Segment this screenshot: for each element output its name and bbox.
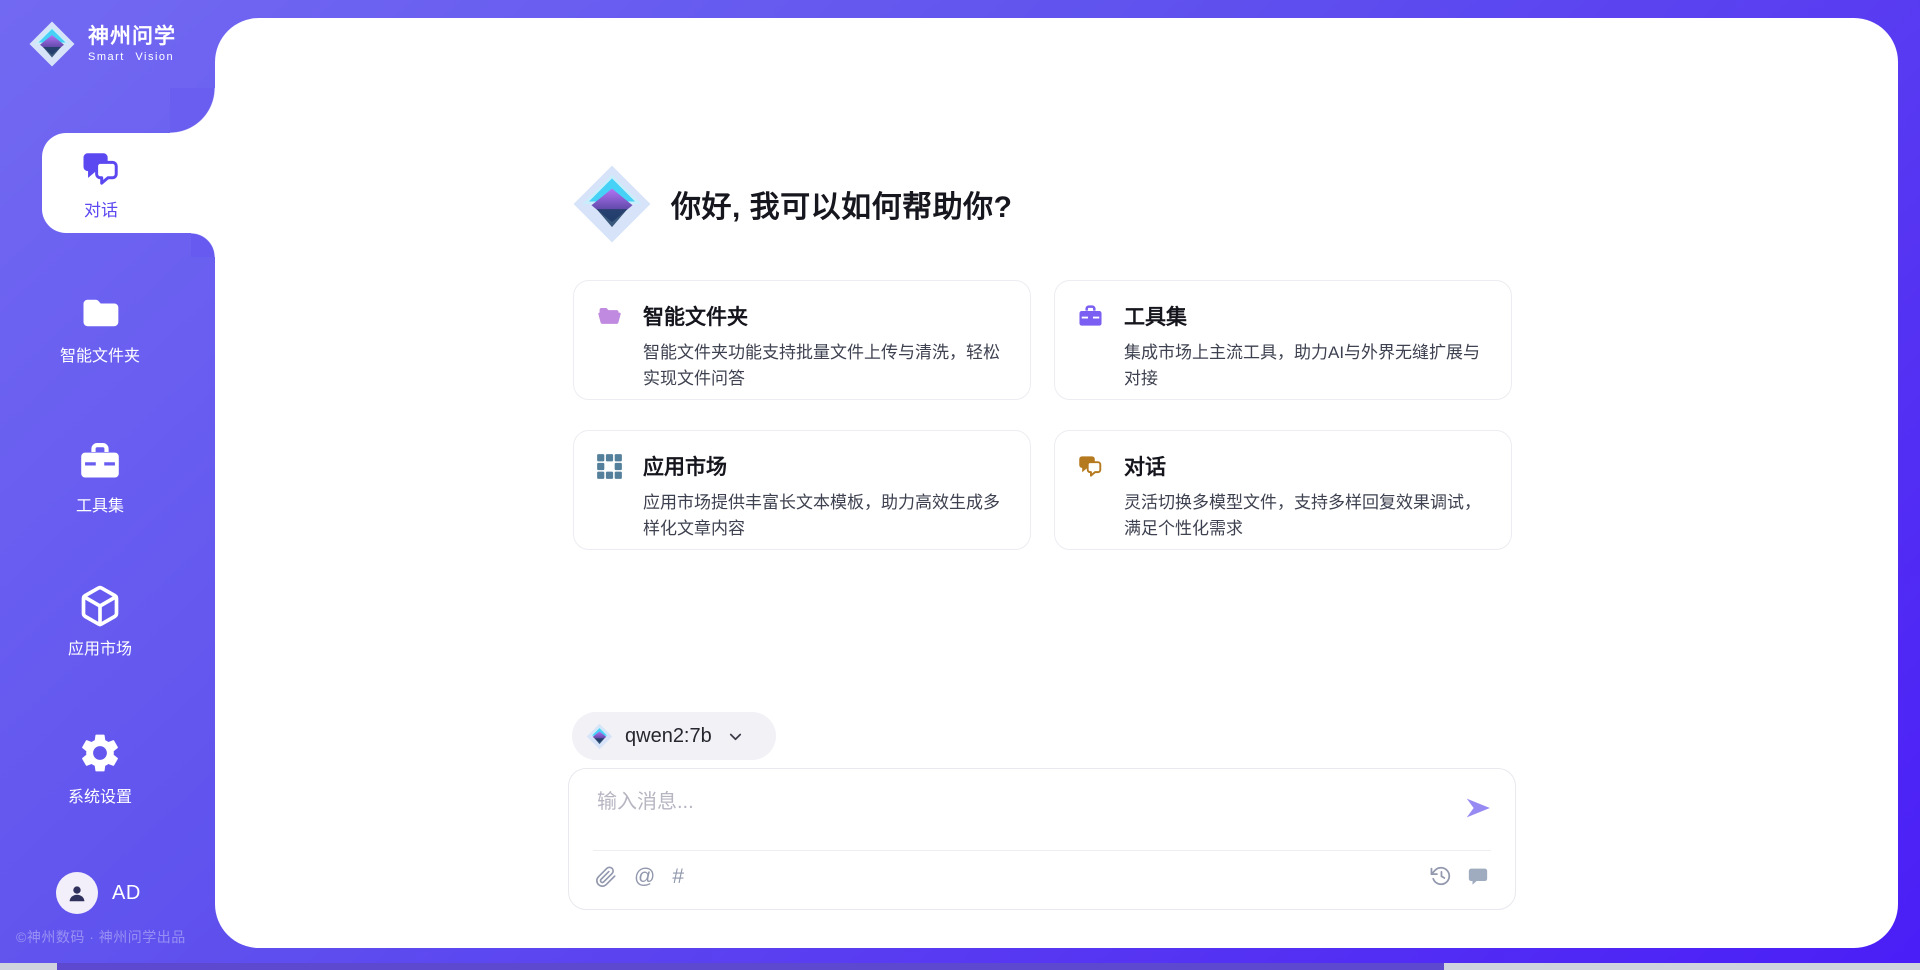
mention-icon[interactable]: @ — [634, 865, 655, 889]
folder-icon — [78, 291, 122, 335]
card-description: 集成市场上主流工具，助力AI与外界无缝扩展与对接 — [1124, 340, 1496, 392]
main-panel: 你好, 我可以如何帮助你? 智能文件夹 智能文件夹功能支持批量文件上传与清洗，轻… — [215, 18, 1898, 948]
card-app-market[interactable]: 应用市场 应用市场提供丰富长文本模板，助力高效生成多样化文章内容 — [573, 430, 1031, 550]
brand-text: 神州问学 Smart Vision — [88, 25, 176, 63]
chat-bubbles-icon — [80, 148, 122, 190]
card-title: 应用市场 — [643, 451, 727, 481]
sidebar-item-label: 智能文件夹 — [0, 342, 200, 366]
chat-bubbles-icon — [1077, 453, 1104, 480]
feature-cards: 智能文件夹 智能文件夹功能支持批量文件上传与清洗，轻松实现文件问答 工具集 集成… — [573, 280, 1512, 550]
send-button[interactable] — [1463, 793, 1493, 823]
history-icon[interactable] — [1430, 865, 1452, 887]
card-description: 灵活切换多模型文件，支持多样回复效果调试，满足个性化需求 — [1124, 490, 1496, 542]
sidebar-item-label: 应用市场 — [0, 635, 200, 659]
copyright-text: ©神州数码 · 神州问学出品 — [16, 927, 186, 947]
grid-icon — [596, 453, 623, 480]
topic-hash-icon[interactable]: # — [672, 865, 684, 889]
greeting-row: 你好, 我可以如何帮助你? — [571, 163, 1013, 245]
model-name: qwen2:7b — [625, 725, 712, 748]
horizontal-scrollbar[interactable] — [0, 963, 1920, 970]
chevron-down-icon — [726, 727, 745, 746]
cube-icon — [78, 584, 122, 628]
avatar — [56, 872, 98, 914]
card-description: 应用市场提供丰富长文本模板，助力高效生成多样化文章内容 — [643, 490, 1015, 542]
briefcase-icon — [1077, 303, 1104, 330]
send-icon — [1463, 793, 1493, 823]
sidebar-item-smart-folder[interactable]: 智能文件夹 — [0, 291, 200, 366]
sidebar-item-label: 对话 — [42, 196, 160, 221]
brand-name: 神州问学 — [88, 25, 176, 49]
greeting-title: 你好, 我可以如何帮助你? — [671, 182, 1013, 226]
sidebar-item-app-market[interactable]: 应用市场 — [0, 584, 200, 659]
user-name: AD — [112, 882, 141, 905]
folder-open-icon — [596, 303, 623, 330]
brand-diamond-icon — [28, 20, 76, 68]
conversation-icon[interactable] — [1467, 865, 1489, 887]
brand-logo: 神州问学 Smart Vision — [28, 20, 176, 68]
card-header: 对话 — [1077, 451, 1487, 481]
card-title: 对话 — [1124, 451, 1166, 481]
card-header: 应用市场 — [596, 451, 1006, 481]
card-title: 工具集 — [1124, 301, 1187, 331]
attach-file-icon[interactable] — [595, 866, 617, 888]
message-input[interactable] — [595, 783, 1439, 845]
card-description: 智能文件夹功能支持批量文件上传与清洗，轻松实现文件问答 — [643, 340, 1015, 392]
card-header: 工具集 — [1077, 301, 1487, 331]
sidebar-item-chat-active[interactable]: 对话 — [42, 133, 222, 233]
composer-divider — [593, 850, 1491, 851]
tab-curve-top — [170, 88, 215, 133]
composer-right-tools — [1430, 865, 1489, 887]
person-icon — [64, 880, 90, 906]
tab-curve-bottom — [191, 233, 215, 257]
brand-diamond-icon — [586, 723, 613, 750]
scrollbar-thumb[interactable] — [57, 963, 1444, 970]
sidebar-item-settings[interactable]: 系统设置 — [0, 730, 200, 807]
briefcase-icon — [77, 439, 123, 485]
card-toolset[interactable]: 工具集 集成市场上主流工具，助力AI与外界无缝扩展与对接 — [1054, 280, 1512, 400]
card-chat[interactable]: 对话 灵活切换多模型文件，支持多样回复效果调试，满足个性化需求 — [1054, 430, 1512, 550]
message-composer: @ # — [568, 768, 1516, 910]
sidebar-item-label: 系统设置 — [0, 783, 200, 807]
sidebar-item-toolset[interactable]: 工具集 — [0, 439, 200, 516]
brand-subtitle: Smart Vision — [88, 51, 176, 63]
card-smart-folder[interactable]: 智能文件夹 智能文件夹功能支持批量文件上传与清洗，轻松实现文件问答 — [573, 280, 1031, 400]
user-profile[interactable]: AD — [56, 872, 141, 914]
card-title: 智能文件夹 — [643, 301, 748, 331]
gear-icon — [77, 730, 123, 776]
sidebar-item-label: 工具集 — [0, 492, 200, 516]
brand-diamond-icon — [571, 163, 653, 245]
model-selector[interactable]: qwen2:7b — [572, 712, 776, 760]
composer-toolbar: @ # — [595, 865, 684, 889]
card-header: 智能文件夹 — [596, 301, 1006, 331]
